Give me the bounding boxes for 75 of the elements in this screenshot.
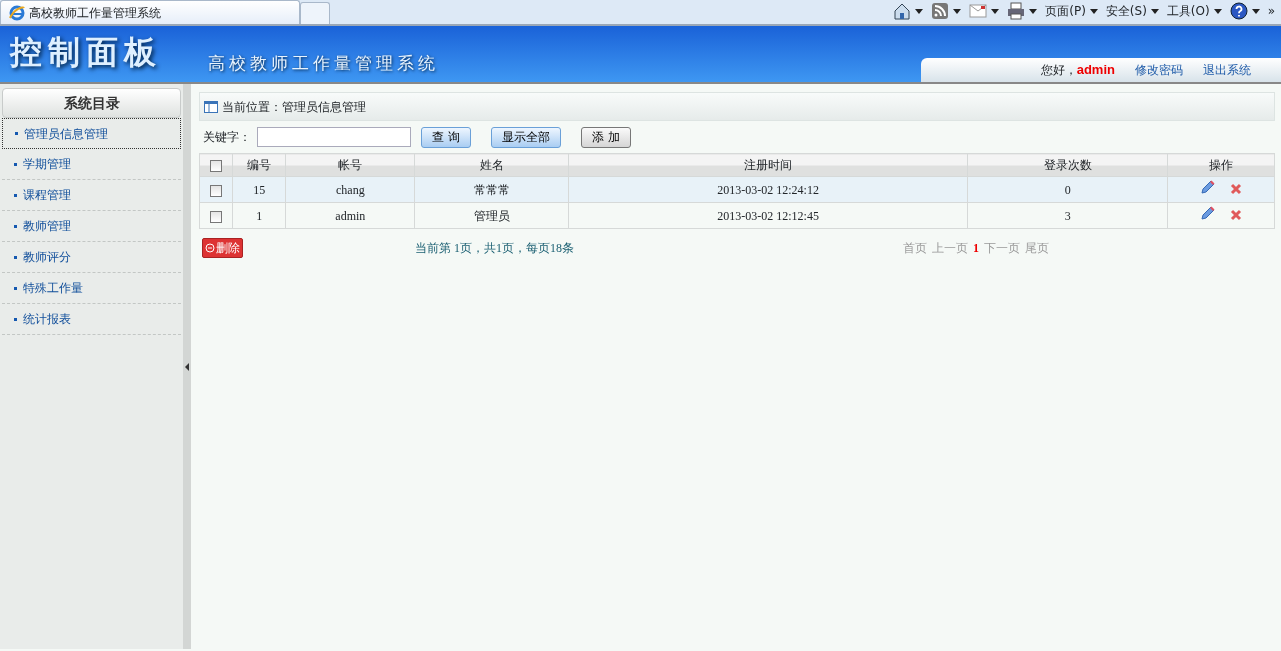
- search-bar-button[interactable]: 查 询: [421, 126, 471, 148]
- sidebar-title: 系统目录: [2, 88, 181, 118]
- breadcrumb-text: 当前位置：管理员信息管理: [222, 98, 366, 116]
- sidebar-item[interactable]: 教师管理: [2, 211, 181, 242]
- toolbar-button[interactable]: [931, 2, 962, 20]
- collapse-arrow-icon[interactable]: [185, 362, 189, 371]
- sidebar-item[interactable]: 特殊工作量: [2, 273, 181, 304]
- page-info-text: 当前第 1页，共1页，每页18条: [415, 240, 574, 257]
- column-header: 帐号: [285, 153, 415, 177]
- table-cell: 0: [1064, 182, 1071, 197]
- caret-icon: [1251, 8, 1260, 14]
- sidebar-item[interactable]: 学期管理: [2, 149, 181, 180]
- column-header: 操作: [1167, 153, 1275, 177]
- select-all-checkbox[interactable]: [210, 159, 223, 172]
- search-bar-button[interactable]: 添 加: [580, 126, 631, 148]
- caret-icon: [1089, 8, 1098, 14]
- feed-icon: [931, 2, 950, 20]
- caret-icon: [1213, 8, 1222, 14]
- caret-icon: [991, 8, 1000, 14]
- table-cell: 15: [253, 182, 266, 197]
- toolbar-button[interactable]: [1007, 2, 1038, 20]
- pencil-icon[interactable]: [1200, 205, 1217, 221]
- row-checkbox[interactable]: [210, 210, 223, 223]
- browser-icon: [9, 4, 25, 21]
- table-cell: admin: [335, 208, 366, 223]
- keyword-label: 关键字：: [203, 129, 251, 146]
- table-cell: 2013-03-02 12:24:12: [717, 182, 819, 197]
- table-cell: 2013-03-02 12:12:45: [717, 208, 819, 223]
- delete-x-icon[interactable]: [1230, 208, 1243, 221]
- caret-icon: [953, 8, 962, 14]
- keyword-field[interactable]: [257, 127, 411, 147]
- current-page-number: 1: [973, 240, 979, 257]
- delete-x-icon[interactable]: [1230, 182, 1243, 195]
- column-header: 编号: [232, 153, 286, 177]
- home-icon: [893, 2, 912, 20]
- table-row[interactable]: 1 admin 管理员 2013-03-02 12:12:45 3: [199, 202, 1275, 229]
- sidebar-item[interactable]: 统计报表: [2, 304, 181, 335]
- pencil-icon[interactable]: [1200, 179, 1217, 195]
- caret-icon: [915, 8, 924, 14]
- system-title: 高校教师工作量管理系统: [208, 51, 439, 75]
- logo-text: 控制面板: [8, 32, 162, 73]
- help-icon: [1229, 2, 1248, 20]
- sidebar-item[interactable]: 管理员信息管理: [2, 118, 181, 149]
- search-bar-button[interactable]: 显示全部: [490, 126, 561, 148]
- caret-icon: [1150, 8, 1159, 14]
- sidebar-item[interactable]: 教师评分: [2, 242, 181, 273]
- toolbar-menu[interactable]: 安全(S): [1105, 2, 1159, 20]
- table-cell: chang: [336, 182, 365, 197]
- greeting-text: 您好，admin: [1040, 61, 1115, 80]
- minus-circle-icon: [205, 243, 215, 253]
- caret-icon: [1029, 8, 1038, 14]
- toolbar-button[interactable]: [1229, 2, 1260, 20]
- row-checkbox[interactable]: [210, 184, 223, 197]
- overflow-chevron[interactable]: »: [1267, 2, 1275, 20]
- table-cell: 3: [1064, 208, 1071, 223]
- tab-title: 高校教师工作量管理系统: [29, 4, 161, 22]
- header-link[interactable]: 退出系统: [1203, 61, 1251, 79]
- column-header: 注册时间: [568, 153, 968, 177]
- table-row[interactable]: 15 chang 常常常 2013-03-02 12:24:12 0: [199, 176, 1275, 203]
- table-cell: 管理员: [473, 208, 510, 223]
- printer-icon: [1007, 2, 1026, 20]
- toolbar-menu[interactable]: 页面(P): [1045, 2, 1098, 20]
- table-cell: 常常常: [473, 182, 510, 197]
- delete-button[interactable]: 删除: [202, 238, 243, 258]
- envelope-icon: [969, 2, 988, 20]
- panel-icon: [204, 100, 218, 113]
- toolbar-menu[interactable]: 工具(O): [1166, 2, 1222, 20]
- table-cell: 1: [256, 208, 263, 223]
- sidebar-item[interactable]: 课程管理: [2, 180, 181, 211]
- header-link[interactable]: 修改密码: [1135, 61, 1183, 79]
- column-header: 姓名: [414, 153, 569, 177]
- toolbar-button[interactable]: [893, 2, 924, 20]
- column-header: 登录次数: [967, 153, 1168, 177]
- browser-tab[interactable]: 高校教师工作量管理系统: [0, 0, 300, 24]
- toolbar-button[interactable]: [969, 2, 1000, 20]
